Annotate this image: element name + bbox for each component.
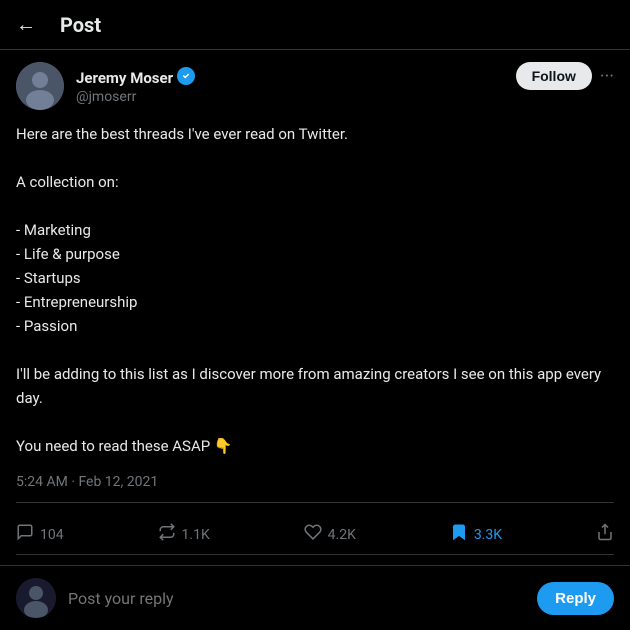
user-actions: Follow ··· [516,62,614,90]
post-line-5: - Startups [16,266,614,290]
retweets-stat[interactable]: 1.1K [158,523,210,546]
post-line-9: You need to read these ASAP 👇 [16,434,614,458]
post-area: Jeremy Moser @jmoserr Follow ··· [0,50,630,565]
retweets-count: 1.1K [182,527,210,543]
user-info: Jeremy Moser @jmoserr [16,62,195,110]
verified-icon [177,67,195,89]
reply-avatar [16,578,56,618]
avatar[interactable] [16,62,64,110]
heart-icon [304,523,322,546]
post-time: 5:24 AM [16,474,68,490]
post-line-2: A collection on: [16,170,614,194]
post-content: Here are the best threads I've ever read… [16,122,614,458]
avatar-svg [16,62,64,110]
user-name-row: Jeremy Moser [76,67,195,89]
comment-icon [16,523,34,546]
post-line-4: - Life & purpose [16,242,614,266]
follow-button[interactable]: Follow [516,62,592,90]
timestamp: 5:24 AM · Feb 12, 2021 [16,474,614,503]
user-handle: @jmoserr [76,89,195,105]
post-line-7: - Passion [16,314,614,338]
bookmarks-stat[interactable]: 3.3K [450,523,502,546]
post-line-6: - Entrepreneurship [16,290,614,314]
more-options-button[interactable]: ··· [600,66,614,87]
page-title: Post [60,13,101,37]
bookmarks-count: 3.3K [474,527,502,543]
header: ← Post [0,0,630,50]
reply-button[interactable]: Reply [537,582,614,615]
avatar-image [16,62,64,110]
likes-count: 4.2K [328,527,356,543]
user-text: Jeremy Moser @jmoserr [76,67,195,105]
bookmark-icon [450,523,468,546]
likes-stat[interactable]: 4.2K [304,523,356,546]
share-stat[interactable] [596,523,614,546]
comments-count: 104 [40,527,64,543]
page: ← Post Jerem [0,0,630,630]
post-date: Feb 12, 2021 [78,474,158,490]
stats-row: 104 1.1K [16,515,614,555]
comments-stat[interactable]: 104 [16,523,64,546]
back-button[interactable]: ← [16,12,36,37]
post-line-8: I'll be adding to this list as I discove… [16,362,614,410]
share-icon [596,523,614,546]
reply-area: Reply [0,565,630,630]
post-line-1: Here are the best threads I've ever read… [16,122,614,146]
retweet-icon [158,523,176,546]
reply-input[interactable] [68,589,525,608]
user-row: Jeremy Moser @jmoserr Follow ··· [16,62,614,110]
user-name[interactable]: Jeremy Moser [76,69,173,87]
post-line-3: - Marketing [16,218,614,242]
